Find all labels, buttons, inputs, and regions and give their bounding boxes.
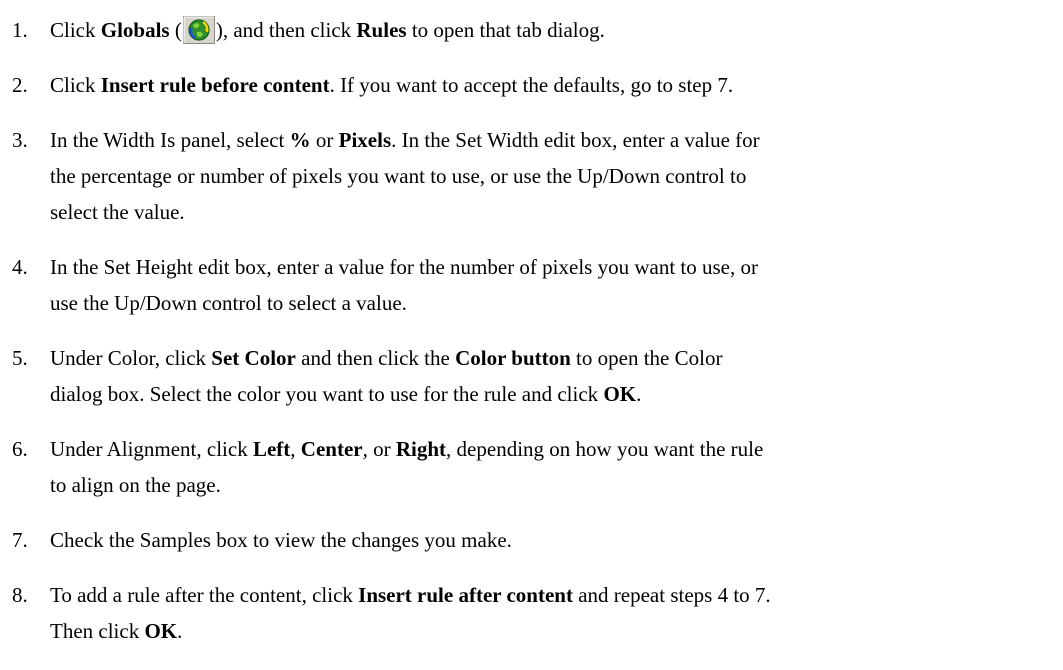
text-run: dialog box. Select the color you want to… (50, 382, 604, 406)
text-run: , or (362, 437, 396, 461)
text-run: . (177, 619, 183, 643)
text-run: In the Width Is panel, select (50, 128, 290, 152)
text-run: . In the Set Width edit box, enter a val… (391, 128, 760, 152)
step-text: To add a rule after the content, click I… (50, 577, 1060, 649)
text-run: use the Up/Down control to select a valu… (50, 291, 407, 315)
text-run: Check the Samples box to view the change… (50, 528, 512, 552)
step-text: In the Set Height edit box, enter a valu… (50, 249, 1060, 321)
text-run: Click (50, 73, 101, 97)
text-run: Under Color, click (50, 346, 212, 370)
ui-term: Globals (100, 18, 170, 42)
step-number: 3. (12, 128, 28, 152)
text-run: Under Alignment, click (50, 437, 253, 461)
step-number: 5. (12, 346, 28, 370)
step-number: 8. (12, 583, 28, 607)
text-run: To add a rule after the content, click (50, 583, 359, 607)
step-text: Click Insert rule before content. If you… (50, 67, 1060, 103)
step-number: 1. (12, 18, 28, 42)
text-run: , depending on how you want the rule (446, 437, 764, 461)
text-run: ), and then click (215, 18, 357, 42)
text-run: ( (169, 18, 182, 42)
step-text: In the Width Is panel, select % or Pixel… (50, 122, 1060, 230)
ui-term: Insert rule before content (100, 73, 330, 97)
globals-icon (182, 16, 215, 44)
ui-term: OK (144, 619, 178, 643)
step-number: 7. (12, 528, 28, 552)
ui-term: Set Color (211, 346, 296, 370)
text-run: and then click the (295, 346, 456, 370)
step-text: Click Globals ( ), and then click Rules t… (50, 12, 1060, 48)
ui-term: % (289, 128, 311, 152)
ui-term: Left (252, 437, 291, 461)
ui-term: Color button (455, 346, 571, 370)
step-text: Under Alignment, click Left, Center, or … (50, 431, 1060, 503)
text-run: . (636, 382, 642, 406)
text-run: or (310, 128, 339, 152)
text-run: to open that tab dialog. (406, 18, 605, 42)
ui-term: Center (300, 437, 363, 461)
text-run: Then click (50, 619, 145, 643)
text-run: and repeat steps 4 to 7. (572, 583, 771, 607)
text-run: In the Set Height edit box, enter a valu… (50, 255, 758, 279)
text-run: to align on the page. (50, 473, 221, 497)
ui-term: OK (603, 382, 637, 406)
text-run: the percentage or number of pixels you w… (50, 164, 747, 188)
text-run: . If you want to accept the defaults, go… (329, 73, 734, 97)
step-text: Under Color, click Set Color and then cl… (50, 340, 1060, 412)
ui-term: Insert rule after content (358, 583, 573, 607)
text-run: , (290, 437, 301, 461)
step-number: 4. (12, 255, 28, 279)
text-run: select the value. (50, 200, 185, 224)
step-number: 2. (12, 73, 28, 97)
step-number: 6. (12, 437, 28, 461)
ui-term: Right (395, 437, 447, 461)
ui-term: Pixels (338, 128, 392, 152)
text-run: Click (50, 18, 101, 42)
step-text: Check the Samples box to view the change… (50, 522, 1060, 558)
ui-term: Rules (356, 18, 407, 42)
text-run: to open the Color (570, 346, 723, 370)
